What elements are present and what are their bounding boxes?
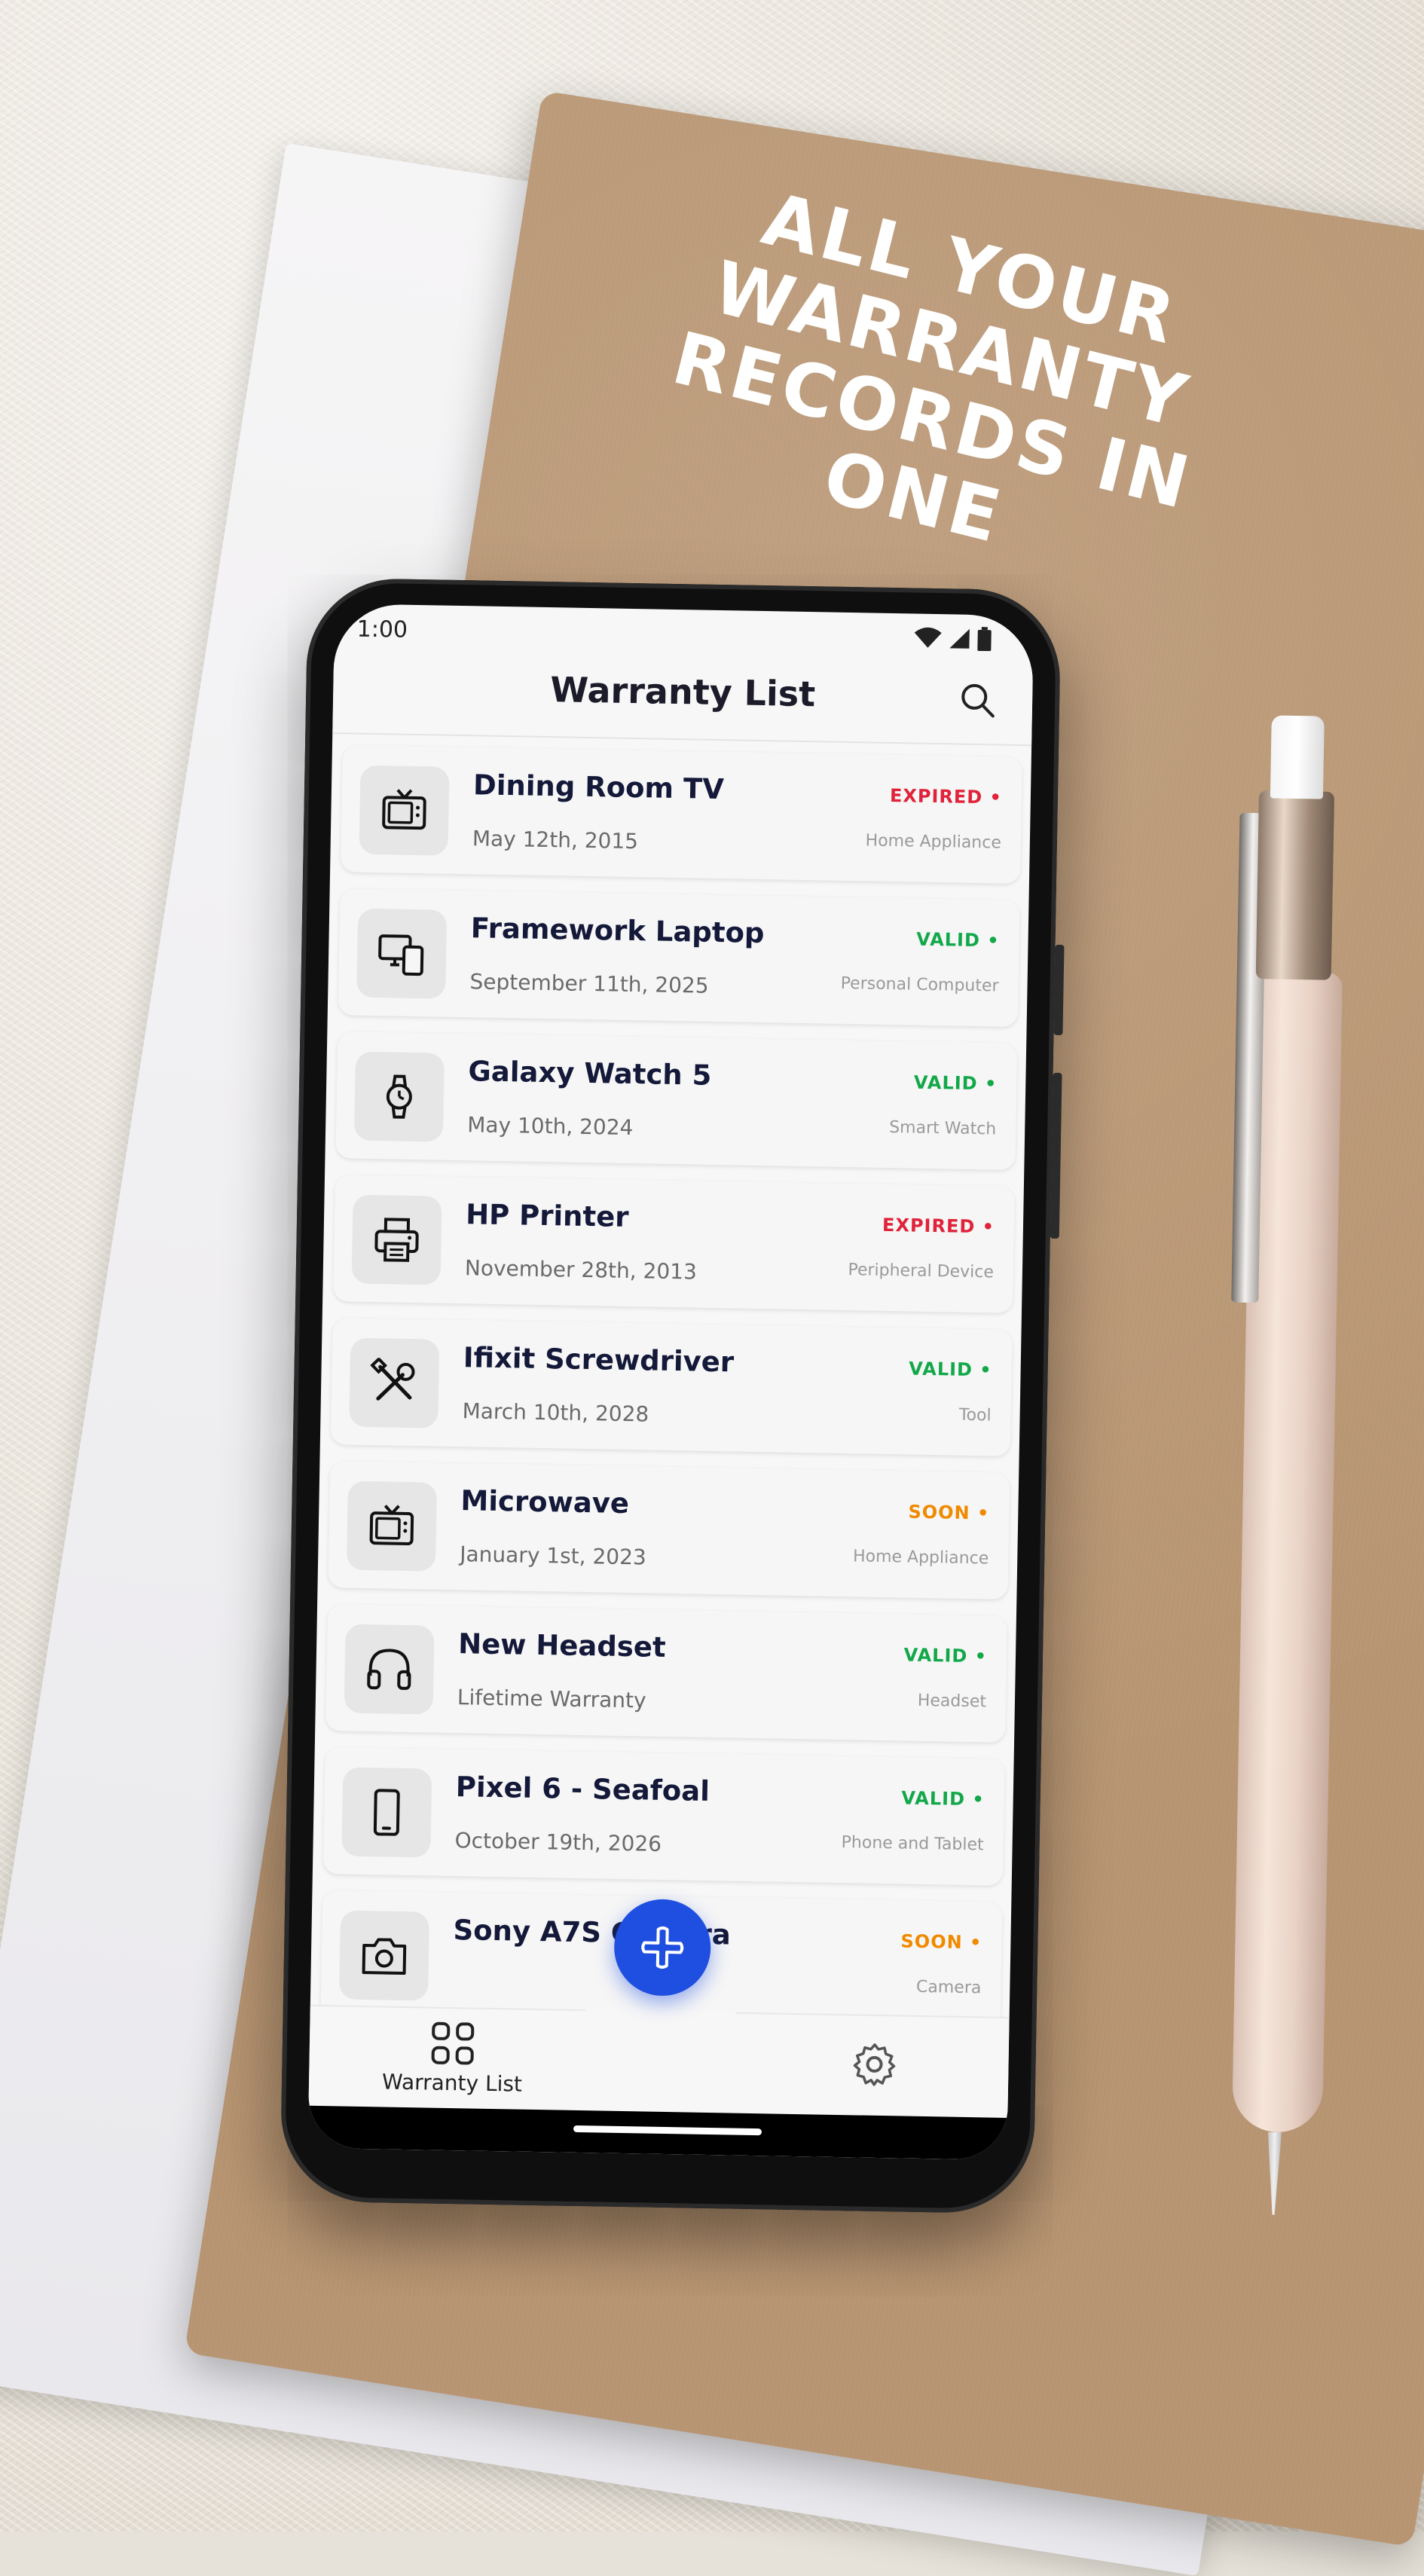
wifi-icon: [913, 626, 943, 649]
status-badge: SOON •: [900, 1930, 982, 1953]
warranty-date: Lifetime Warranty: [457, 1685, 646, 1713]
search-icon[interactable]: [957, 679, 998, 720]
status-time: 1:00: [356, 616, 408, 643]
warranty-card[interactable]: New Headset Lifetime Warranty VALID • Heads…: [325, 1604, 1007, 1743]
warranty-date: October 19th, 2026: [454, 1828, 662, 1856]
warranty-name: Framework Laptop: [470, 912, 764, 949]
tv-icon: [359, 765, 449, 856]
watch-icon: [354, 1052, 445, 1142]
warranty-name: Dining Room TV: [473, 769, 724, 805]
status-badge: VALID •: [909, 1358, 992, 1381]
warranty-date: May 10th, 2024: [467, 1112, 634, 1140]
warranty-list: Dining Room TV May 12th, 2015 EXPIRED • Hom…: [320, 745, 1022, 2045]
warranty-category: Smart Watch: [889, 1118, 996, 1138]
status-badge: EXPIRED •: [882, 1215, 995, 1238]
app-screen: 1:00 Warranty List Dining Room TV May 12t…: [308, 604, 1034, 2160]
warranty-name: Pixel 6 - Seafoal: [456, 1771, 710, 1807]
phone-icon: [341, 1767, 432, 1857]
warranty-card[interactable]: Galaxy Watch 5 May 10th, 2024 VALID • Smart…: [335, 1031, 1017, 1170]
warranty-category: Phone and Tablet: [841, 1833, 983, 1854]
warranty-category: Camera: [916, 1978, 982, 1998]
signal-icon: [948, 627, 971, 650]
plus-icon: [638, 1923, 687, 1972]
headphones-icon: [344, 1624, 435, 1715]
warranty-card[interactable]: Microwave January 1st, 2023 SOON • Home App…: [328, 1461, 1010, 1600]
app-header: Warranty List: [332, 646, 1033, 746]
home-indicator: [573, 2125, 762, 2135]
status-badge: VALID •: [916, 929, 1000, 952]
phone-device: 1:00 Warranty List Dining Room TV May 12t…: [280, 577, 1061, 2214]
warranty-category: Personal Computer: [840, 974, 998, 996]
settings-icon: [836, 2041, 912, 2088]
tools-icon: [349, 1338, 439, 1429]
warranty-card[interactable]: Dining Room TV May 12th, 2015 EXPIRED • Hom…: [341, 745, 1022, 884]
status-badge: VALID •: [903, 1644, 987, 1667]
nav-item-warranty-list[interactable]: Warranty List: [377, 2018, 529, 2096]
nav-item-settings[interactable]: [836, 2041, 912, 2088]
warranty-category: Peripheral Device: [848, 1260, 994, 1282]
warranty-card[interactable]: HP Printer November 28th, 2013 EXPIRED • Pe…: [333, 1175, 1015, 1313]
warranty-name: New Headset: [458, 1627, 666, 1664]
warranty-category: Headset: [918, 1691, 987, 1712]
warranty-date: January 1st, 2023: [460, 1542, 646, 1569]
warranty-category: Tool: [959, 1406, 992, 1426]
grid-icon: [377, 2018, 528, 2068]
camera-icon: [339, 1910, 429, 2000]
warranty-card[interactable]: Framework Laptop September 11th, 2025 VALI…: [338, 888, 1020, 1027]
warranty-card[interactable]: Ifixit Screwdriver March 10th, 2028 VALID …: [331, 1318, 1013, 1456]
warranty-card[interactable]: Pixel 6 - Seafoal October 19th, 2026 VALID…: [323, 1747, 1005, 1886]
devices-icon: [356, 909, 447, 999]
warranty-name: Ifixit Screwdriver: [463, 1341, 734, 1378]
warranty-date: May 12th, 2015: [472, 826, 639, 854]
status-badge: SOON •: [908, 1502, 989, 1524]
warranty-date: November 28th, 2013: [465, 1255, 698, 1284]
printer-icon: [352, 1195, 442, 1285]
warranty-date: March 10th, 2028: [462, 1398, 649, 1426]
status-badge: VALID •: [914, 1072, 998, 1095]
page-title: Warranty List: [333, 665, 1033, 718]
warranty-date: September 11th, 2025: [469, 969, 709, 998]
status-badge: VALID •: [901, 1787, 985, 1810]
tv-icon: [347, 1481, 437, 1572]
warranty-name: HP Printer: [466, 1198, 629, 1233]
warranty-category: Home Appliance: [865, 831, 1001, 852]
warranty-name: Microwave: [460, 1484, 629, 1520]
status-badge: EXPIRED •: [890, 785, 1002, 808]
nav-label-warranty-list: Warranty List: [377, 2069, 528, 2096]
warranty-category: Home Appliance: [853, 1547, 989, 1568]
warranty-name: Galaxy Watch 5: [468, 1055, 712, 1092]
battery-icon: [976, 627, 992, 651]
